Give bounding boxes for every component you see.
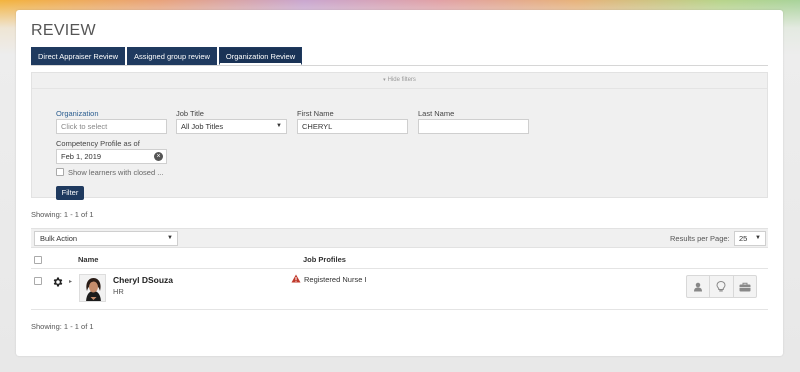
gear-icon[interactable] (52, 276, 64, 288)
warning-icon (291, 274, 301, 283)
briefcase-icon (739, 282, 751, 291)
filter-button[interactable]: Filter (56, 186, 84, 200)
expand-row-icon[interactable]: ▸ (69, 278, 72, 285)
row-checkbox[interactable] (34, 277, 42, 285)
results-per-page-select[interactable]: 25 ▼ (734, 231, 766, 246)
showing-count-top: Showing: 1 - 1 of 1 (31, 210, 94, 219)
review-card: REVIEW Direct Appraiser Review Assigned … (16, 10, 783, 356)
first-name-input[interactable]: CHERYL (297, 119, 408, 134)
jobs-button[interactable] (734, 276, 756, 297)
show-closed-label: Show learners with closed ... (68, 168, 164, 177)
competency-date-input[interactable]: Feb 1, 2019 × (56, 149, 167, 164)
job-title-label: Job Title (176, 109, 204, 118)
bulk-action-label: Bulk Action (40, 234, 78, 243)
header-divider (31, 268, 768, 269)
person-department: HR (113, 287, 124, 296)
results-per-page-value: 25 (739, 234, 748, 243)
job-profile-link[interactable]: Registered Nurse I (304, 275, 367, 284)
organization-label: Organization (56, 109, 99, 118)
page-title: REVIEW (31, 22, 96, 39)
competency-profile-label: Competency Profile as of (56, 139, 140, 148)
first-name-label: First Name (297, 109, 334, 118)
organization-input[interactable]: Click to select (56, 119, 167, 134)
tab-assigned-group-review[interactable]: Assigned group review (127, 47, 217, 65)
results-per-page-label: Results per Page: (670, 234, 730, 243)
row-divider (31, 309, 768, 310)
competency-date-value: Feb 1, 2019 (61, 152, 102, 161)
last-name-label: Last Name (418, 109, 455, 118)
tab-divider (31, 65, 768, 66)
tab-organization-review[interactable]: Organization Review (218, 47, 303, 65)
job-title-value: All Job Titles (181, 122, 224, 131)
row-action-buttons (686, 275, 757, 298)
results-toolbar: Bulk Action ▼ Results per Page: 25 ▼ (31, 228, 768, 248)
tab-direct-appraiser-review[interactable]: Direct Appraiser Review (31, 47, 126, 65)
clear-date-icon[interactable]: × (154, 152, 163, 161)
review-tabs: Direct Appraiser Review Assigned group r… (31, 47, 303, 65)
filter-panel: ▾ Hide filters Organization Click to sele… (31, 72, 768, 200)
job-title-select[interactable]: All Job Titles ▼ (176, 119, 287, 134)
column-header-job-profiles: Job Profiles (303, 255, 346, 264)
person-name-link[interactable]: Cheryl DSouza (113, 275, 173, 285)
hide-filters-toggle[interactable]: ▾ Hide filters (32, 77, 767, 83)
select-all-checkbox[interactable] (34, 256, 42, 264)
chevron-down-icon: ▼ (755, 235, 761, 241)
chevron-down-icon: ▼ (167, 235, 173, 241)
panel-divider (32, 88, 767, 89)
last-name-input[interactable] (418, 119, 529, 134)
ideas-button[interactable] (710, 276, 734, 297)
chevron-down-icon: ▼ (276, 123, 282, 129)
bulk-action-select[interactable]: Bulk Action ▼ (34, 231, 178, 246)
person-icon (694, 282, 703, 291)
showing-count-bottom: Showing: 1 - 1 of 1 (31, 322, 94, 331)
caret-down-icon: ▾ (383, 77, 386, 83)
lightbulb-icon (716, 281, 726, 292)
profile-button[interactable] (687, 276, 711, 297)
hide-filters-label: Hide filters (387, 77, 416, 83)
show-closed-checkbox[interactable] (56, 168, 64, 176)
column-header-name: Name (78, 255, 99, 264)
avatar (79, 274, 106, 302)
